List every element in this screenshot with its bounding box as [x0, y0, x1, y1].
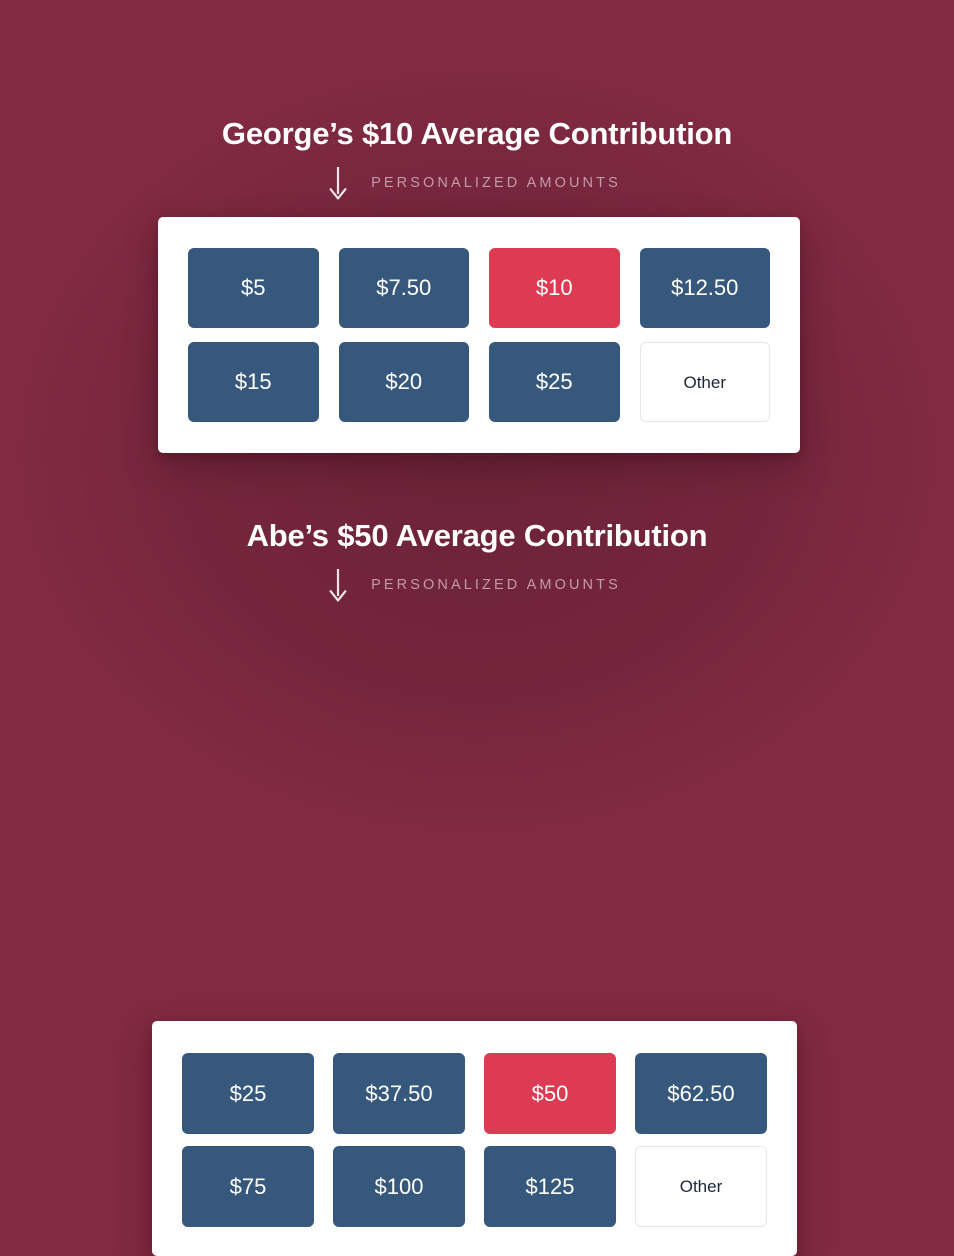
subhead-label-secondary: PERSONALIZED AMOUNTS: [371, 576, 621, 593]
amount-card-abe: $25 $37.50 $50 $62.50 $75 $100 $125 Othe…: [152, 1021, 797, 1256]
amount-button-50-selected[interactable]: $50: [484, 1053, 616, 1134]
amount-button-37-50[interactable]: $37.50: [333, 1053, 465, 1134]
amount-button-75[interactable]: $75: [182, 1146, 314, 1227]
amount-button-5[interactable]: $5: [188, 248, 319, 328]
amount-button-other[interactable]: Other: [635, 1146, 767, 1227]
amount-button-25[interactable]: $25: [182, 1053, 314, 1134]
amount-button-125[interactable]: $125: [484, 1146, 616, 1227]
arrow-down-icon: [329, 569, 347, 602]
donation-section-abe: Abe’s $50 Average Contribution PERSONALI…: [0, 402, 954, 1256]
page-title: George’s $10 Average Contribution: [221, 116, 733, 151]
amount-button-12-50[interactable]: $12.50: [639, 248, 770, 328]
arrow-down-icon: [329, 167, 347, 200]
subhead-row-secondary: PERSONALIZED AMOUNTS: [0, 568, 954, 602]
amount-button-62-50[interactable]: $62.50: [635, 1053, 767, 1134]
donation-section-george: George’s $10 Average Contribution PERSON…: [0, 0, 954, 453]
amount-button-100[interactable]: $100: [333, 1146, 465, 1227]
page-stage: George’s $10 Average Contribution PERSON…: [0, 0, 954, 1256]
subhead-row: PERSONALIZED AMOUNTS: [0, 166, 954, 200]
subhead-label: PERSONALIZED AMOUNTS: [371, 174, 621, 191]
page-title-secondary: Abe’s $50 Average Contribution: [246, 518, 708, 553]
amount-button-7-50[interactable]: $7.50: [338, 248, 469, 328]
amount-button-10-selected[interactable]: $10: [489, 248, 620, 328]
amount-grid-secondary: $25 $37.50 $50 $62.50 $75 $100 $125 Othe…: [182, 1053, 767, 1227]
amount-grid: $5 $7.50 $10 $12.50 $15 $20 $25 Other: [188, 248, 770, 422]
